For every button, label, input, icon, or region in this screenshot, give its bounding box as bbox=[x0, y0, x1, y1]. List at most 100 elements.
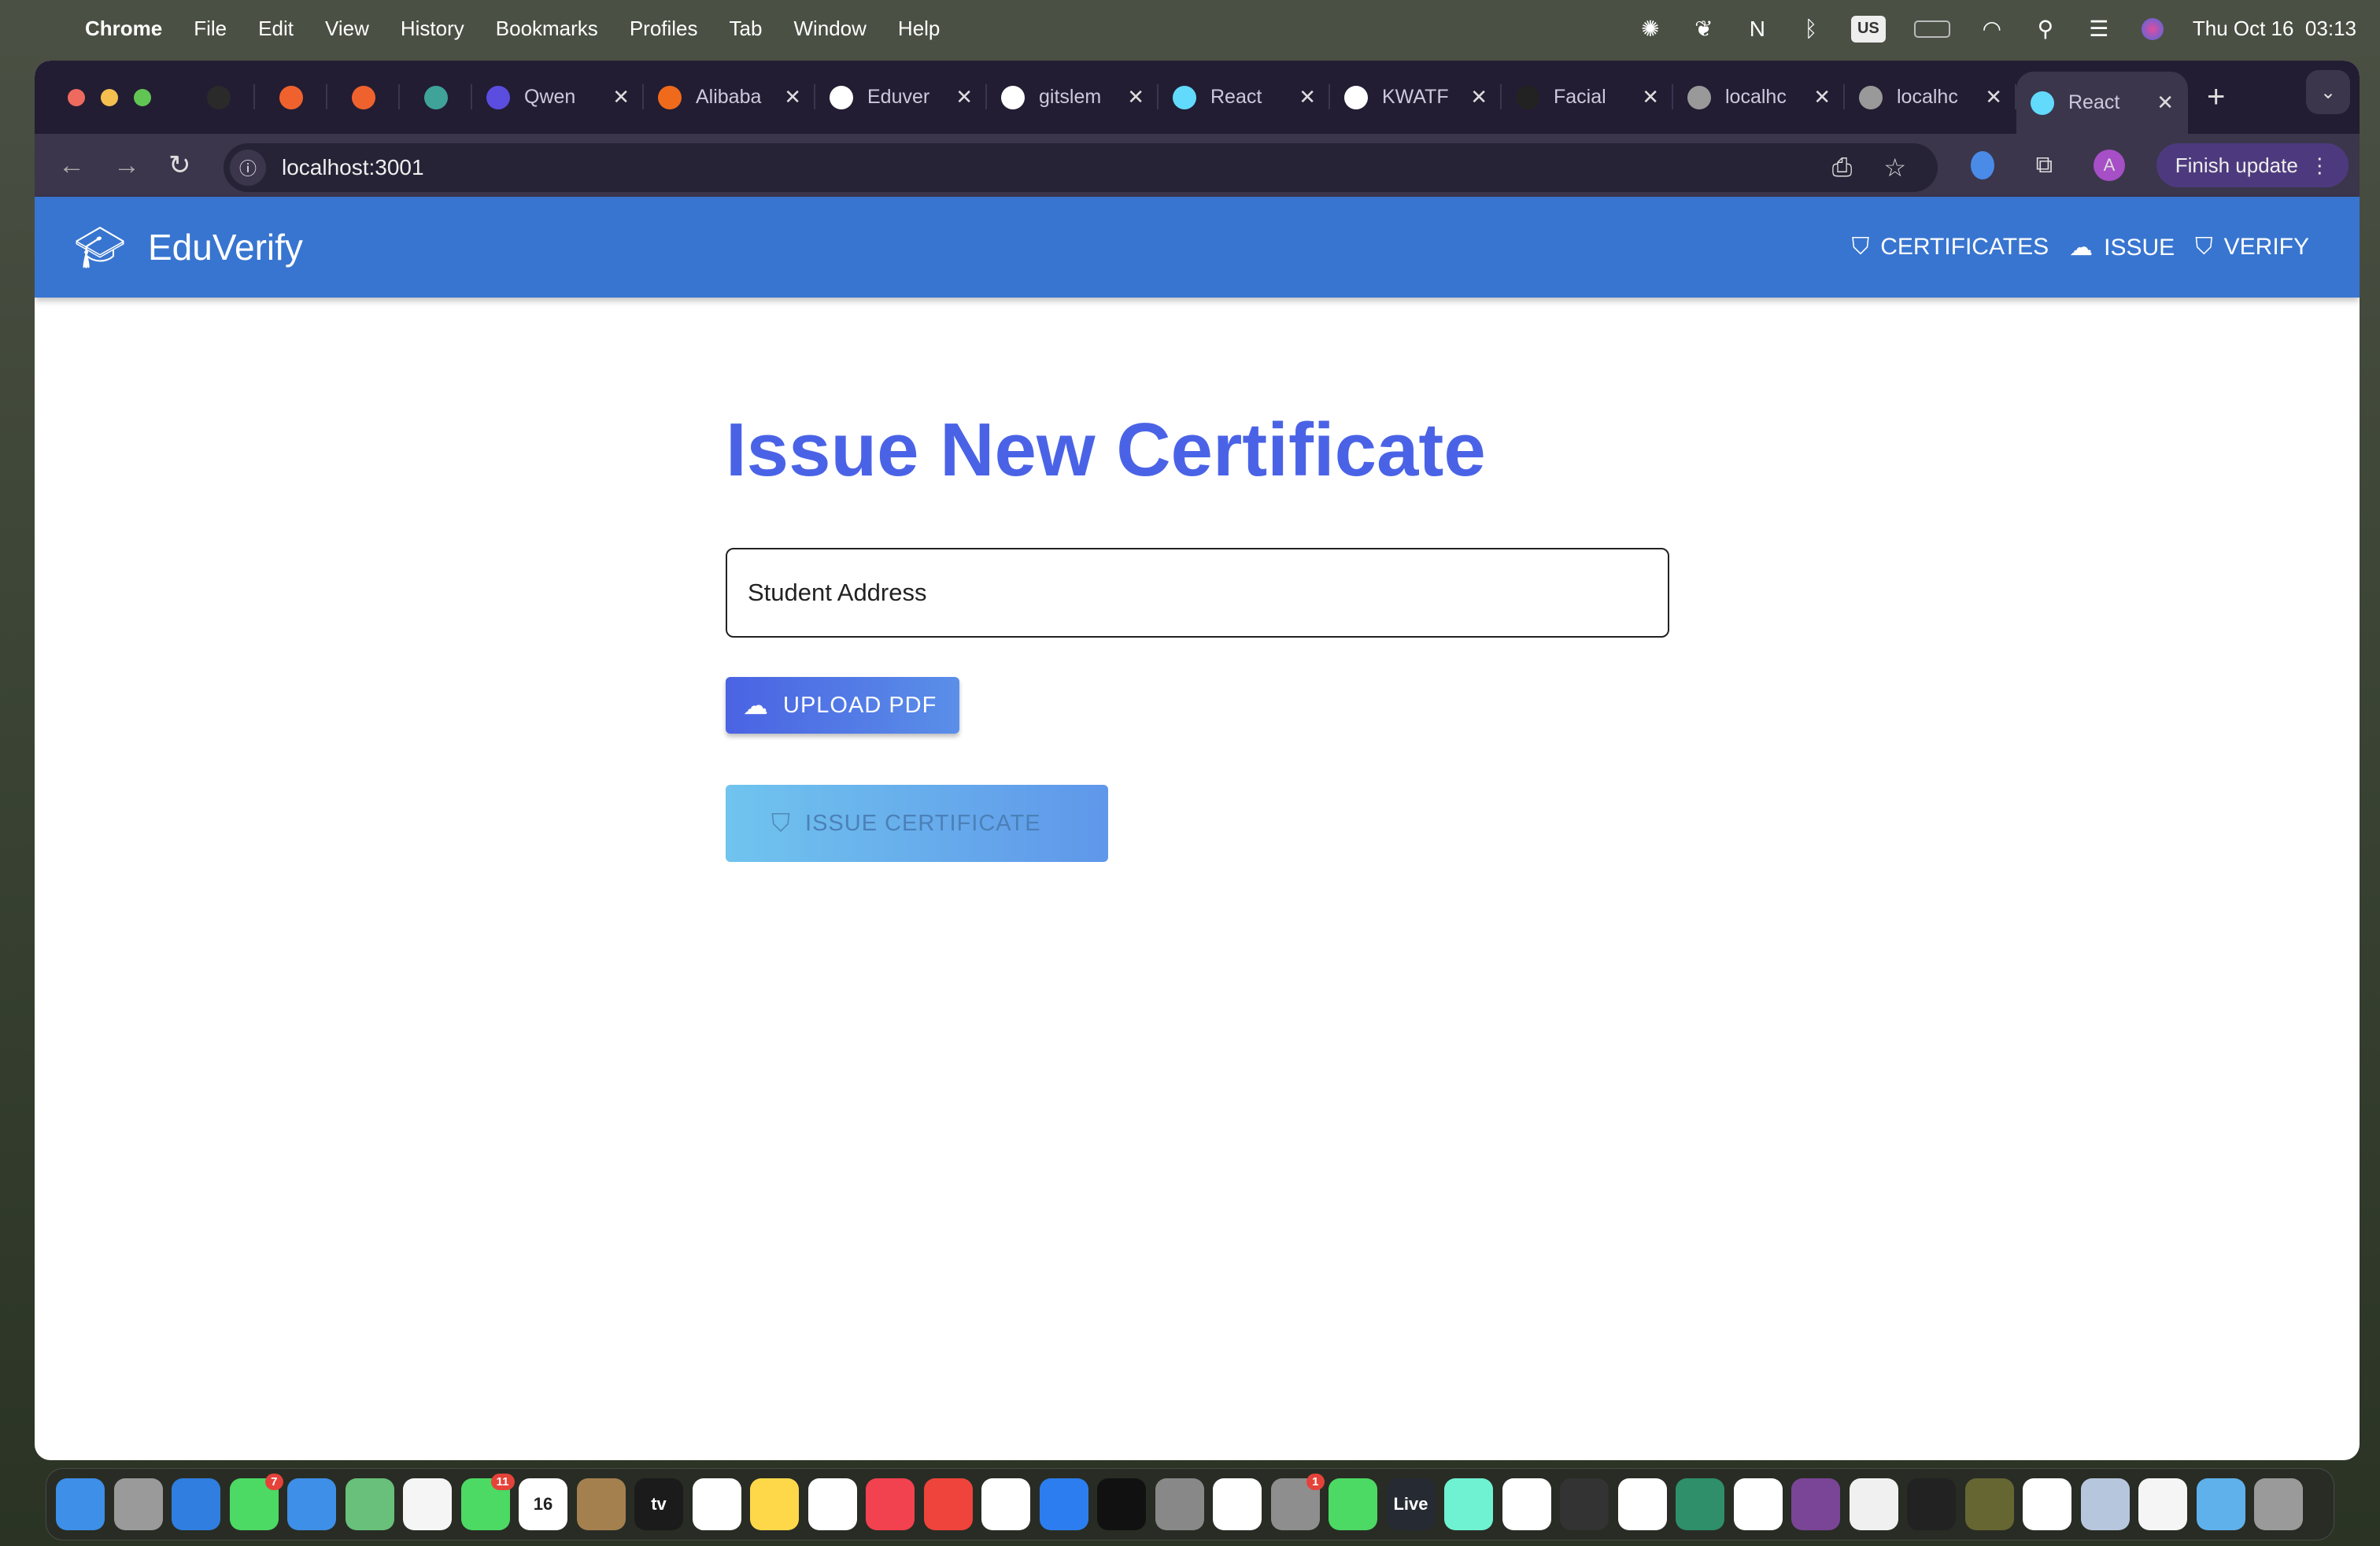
close-tab-icon[interactable]: ✕ bbox=[1813, 85, 1831, 109]
back-button[interactable]: ← bbox=[58, 150, 90, 181]
extensions-puzzle-icon[interactable]: ⧉ bbox=[2036, 143, 2053, 187]
maps-icon[interactable] bbox=[345, 1478, 394, 1530]
chatgpt-icon[interactable] bbox=[1849, 1478, 1898, 1530]
browser-tab[interactable] bbox=[183, 61, 255, 134]
tab-search-chevron-icon[interactable]: ⌄ bbox=[2306, 70, 2350, 114]
close-tab-icon[interactable]: ✕ bbox=[2156, 91, 2174, 115]
safari-icon[interactable] bbox=[172, 1478, 220, 1530]
docker-icon[interactable]: ❦ bbox=[1691, 16, 1717, 43]
system-settings-icon[interactable]: 1 bbox=[1270, 1474, 1325, 1530]
anydesk-icon[interactable] bbox=[923, 1478, 973, 1530]
music-icon[interactable] bbox=[866, 1478, 915, 1530]
messages-icon[interactable]: 7 bbox=[229, 1474, 283, 1530]
menu-window[interactable]: Window bbox=[793, 17, 866, 41]
keyboard-us-icon[interactable]: US bbox=[1850, 15, 1886, 43]
close-window-button[interactable] bbox=[68, 88, 85, 106]
photos-icon[interactable] bbox=[403, 1478, 452, 1530]
reminders-icon[interactable] bbox=[692, 1478, 741, 1530]
notes-icon[interactable] bbox=[750, 1478, 799, 1530]
apple-tv-icon[interactable]: tv bbox=[634, 1478, 683, 1530]
search-icon[interactable]: ⚲ bbox=[2032, 16, 2059, 43]
browser-tab[interactable] bbox=[327, 61, 400, 134]
menu-app-name[interactable]: Chrome bbox=[85, 17, 162, 41]
install-app-icon[interactable]: ⎙ bbox=[1832, 153, 1853, 183]
whatsapp-icon[interactable] bbox=[1329, 1478, 1377, 1530]
browser-tab[interactable] bbox=[255, 61, 327, 134]
site-info-icon[interactable]: ⓘ bbox=[230, 150, 266, 186]
infinity-icon[interactable] bbox=[1676, 1478, 1724, 1530]
live-icon[interactable]: Live bbox=[1386, 1478, 1436, 1530]
close-tab-icon[interactable]: ✕ bbox=[1642, 85, 1659, 109]
downloads-folder-icon[interactable] bbox=[2196, 1478, 2245, 1530]
browser-tab[interactable]: localhc ✕ bbox=[1673, 61, 1845, 134]
close-tab-icon[interactable]: ✕ bbox=[1985, 85, 2002, 109]
launchpad-icon[interactable] bbox=[113, 1478, 163, 1530]
quicktime-icon[interactable] bbox=[1560, 1478, 1609, 1530]
wifi-icon[interactable]: ◠ bbox=[1979, 16, 2005, 43]
close-tab-icon[interactable]: ✕ bbox=[1127, 85, 1144, 109]
profile-avatar[interactable]: A bbox=[2094, 143, 2125, 187]
minimize-window-button[interactable] bbox=[101, 88, 118, 106]
browser-tab[interactable]: Alibaba ✕ bbox=[644, 61, 815, 134]
menu-edit[interactable]: Edit bbox=[258, 17, 294, 41]
browser-tab[interactable]: Qwen ✕ bbox=[472, 61, 644, 134]
chatgpt-icon[interactable]: ✺ bbox=[1637, 16, 1664, 43]
mail-icon[interactable] bbox=[287, 1478, 336, 1530]
forward-button[interactable]: → bbox=[113, 150, 145, 181]
notion-icon[interactable] bbox=[2023, 1478, 2071, 1530]
address-bar[interactable]: ⓘ localhost:3001 ⎙ ☆ bbox=[224, 143, 1938, 192]
battery-icon[interactable] bbox=[1913, 16, 1952, 43]
close-tab-icon[interactable]: ✕ bbox=[612, 85, 630, 109]
menu-help[interactable]: Help bbox=[898, 17, 940, 41]
browser-tab[interactable]: localhc ✕ bbox=[1845, 61, 2016, 134]
finish-update-button[interactable]: Finish update ⋮ bbox=[2156, 143, 2349, 187]
chrome-icon[interactable] bbox=[1617, 1478, 1667, 1530]
finder-icon[interactable] bbox=[56, 1478, 105, 1530]
tab-active[interactable]: React ✕ bbox=[2016, 72, 2188, 134]
calendar-icon[interactable]: 16 bbox=[519, 1478, 567, 1530]
textedit-icon[interactable] bbox=[2138, 1478, 2187, 1530]
menu-view[interactable]: View bbox=[325, 17, 369, 41]
upload-pdf-button[interactable]: ☁ UPLOAD PDF bbox=[726, 677, 959, 734]
capcut-icon[interactable] bbox=[1502, 1478, 1551, 1530]
nav-verify[interactable]: ⛉ VERIFY bbox=[2195, 234, 2309, 261]
brand-name[interactable]: EduVerify bbox=[148, 226, 303, 268]
menu-file[interactable]: File bbox=[194, 17, 227, 41]
menu-profiles[interactable]: Profiles bbox=[630, 17, 698, 41]
notion-icon[interactable]: N bbox=[1744, 16, 1771, 43]
extension-docs-icon[interactable] bbox=[1971, 143, 1994, 187]
bookmark-star-icon[interactable]: ☆ bbox=[1883, 153, 1906, 183]
close-tab-icon[interactable]: ✕ bbox=[1470, 85, 1488, 109]
browser-tab[interactable]: gitslem ✕ bbox=[987, 61, 1159, 134]
app-store-icon[interactable] bbox=[1039, 1478, 1088, 1530]
zoom-window-button[interactable] bbox=[134, 88, 151, 106]
contacts-icon[interactable] bbox=[576, 1478, 626, 1530]
menu-history[interactable]: History bbox=[401, 17, 464, 41]
vscode-icon[interactable] bbox=[1213, 1478, 1262, 1530]
new-tab-button[interactable]: + bbox=[2207, 80, 2225, 115]
freeform-icon[interactable] bbox=[808, 1478, 857, 1530]
business-icon[interactable] bbox=[1791, 1478, 1840, 1530]
reload-button[interactable]: ↻ bbox=[168, 150, 200, 181]
browser-tab[interactable]: React ✕ bbox=[1159, 61, 1330, 134]
menu-bookmarks[interactable]: Bookmarks bbox=[496, 17, 598, 41]
trash-icon[interactable] bbox=[2254, 1478, 2303, 1530]
terminal-icon[interactable] bbox=[1097, 1478, 1146, 1530]
browser-tab[interactable]: KWATF ✕ bbox=[1330, 61, 1502, 134]
app-1-icon[interactable] bbox=[2080, 1478, 2130, 1530]
activity-icon[interactable] bbox=[1444, 1478, 1493, 1530]
browser-tab[interactable]: Eduver ✕ bbox=[815, 61, 987, 134]
bluetooth-icon[interactable]: ᛒ bbox=[1798, 16, 1824, 43]
student-address-input[interactable] bbox=[726, 548, 1669, 638]
close-tab-icon[interactable]: ✕ bbox=[955, 85, 973, 109]
facetime-icon[interactable]: 11 bbox=[460, 1474, 515, 1530]
ring-app-icon[interactable] bbox=[1907, 1478, 1956, 1530]
menu-tab[interactable]: Tab bbox=[730, 17, 763, 41]
photo-app-icon[interactable] bbox=[1733, 1478, 1783, 1530]
control-center-icon[interactable]: ☰ bbox=[2086, 16, 2112, 43]
close-tab-icon[interactable]: ✕ bbox=[784, 85, 801, 109]
nav-certificates[interactable]: ⛉ CERTIFICATES bbox=[1852, 234, 2049, 261]
close-tab-icon[interactable]: ✕ bbox=[1299, 85, 1316, 109]
url-text[interactable]: localhost:3001 bbox=[282, 155, 424, 180]
nav-issue[interactable]: ☁ ISSUE bbox=[2069, 234, 2175, 261]
